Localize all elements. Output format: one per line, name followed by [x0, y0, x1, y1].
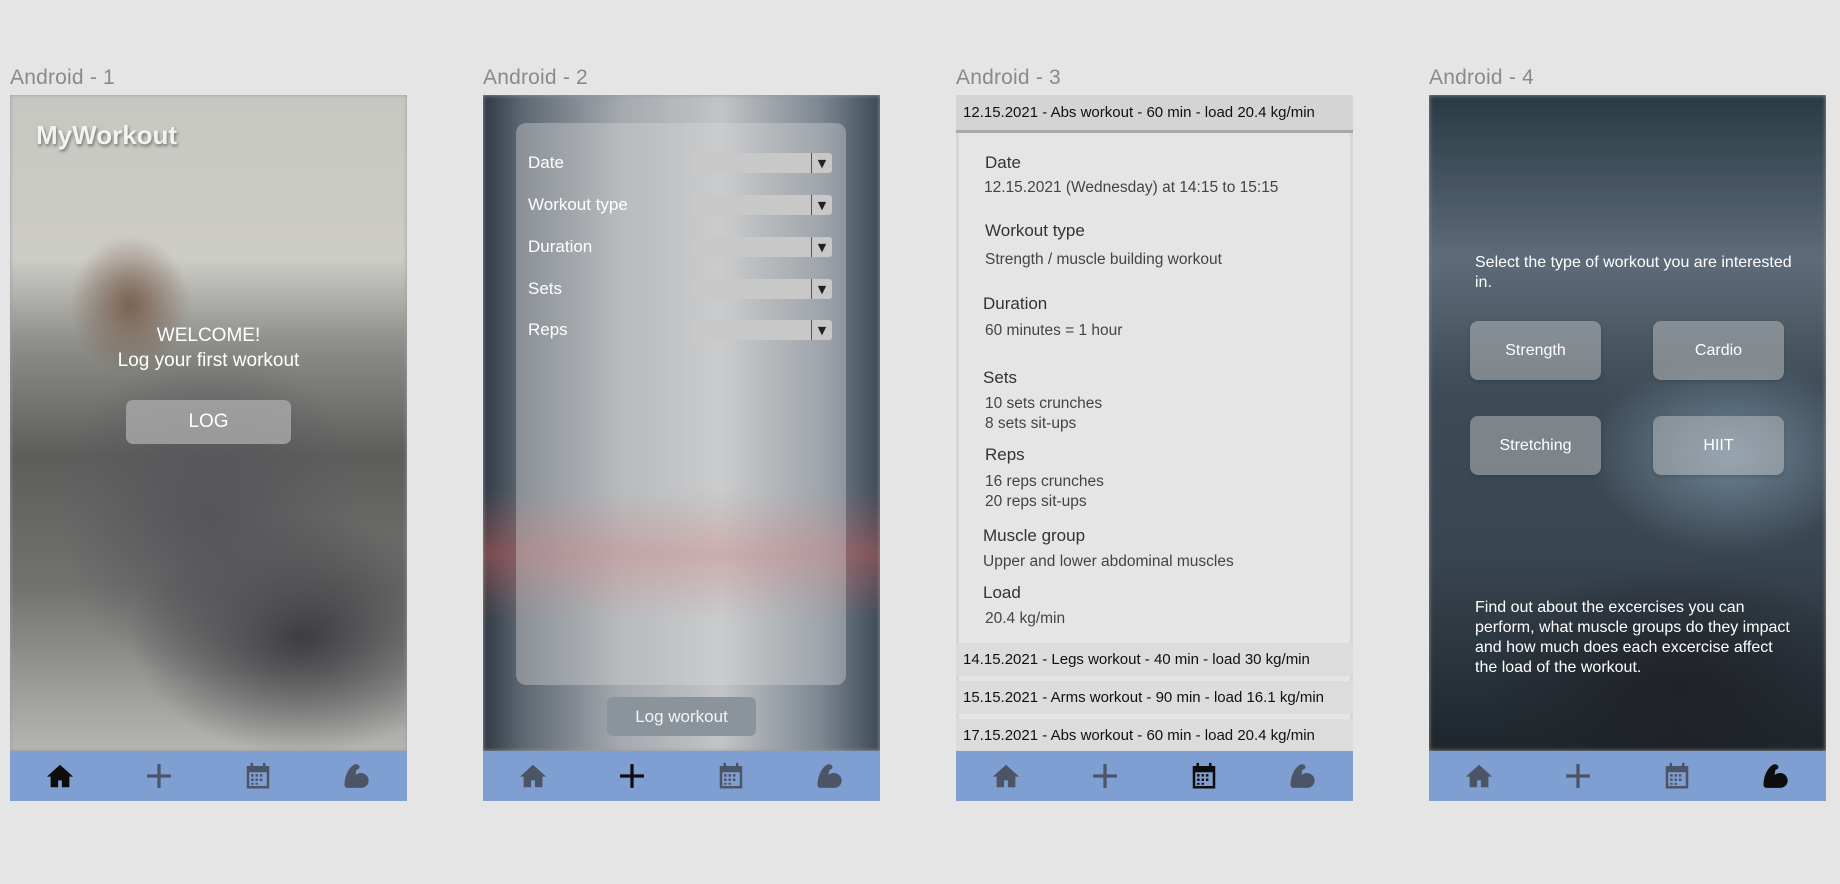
app-title: MyWorkout: [36, 120, 178, 150]
calendar-icon: [719, 762, 743, 789]
frame-label-android-1: Android - 1: [10, 66, 115, 89]
bottom-nav: [483, 751, 880, 801]
bottom-nav: [956, 751, 1353, 801]
workout-type-field-row: Workout type ▼: [528, 192, 832, 218]
detail-reps-line2: 20 reps sit-ups: [985, 493, 1087, 510]
workout-type-field-label: Workout type: [528, 195, 628, 214]
frame-label-android-2: Android - 2: [483, 66, 588, 89]
duration-field-row: Duration ▼: [528, 234, 832, 260]
nav-add[interactable]: [137, 754, 181, 798]
nav-muscle[interactable]: [1754, 754, 1798, 798]
reps-field-row: Reps ▼: [528, 317, 832, 343]
sets-field-label: Sets: [528, 279, 563, 298]
log-form-panel: Date ▼ Workout type ▼ Duration ▼ Sets ▼ …: [516, 123, 846, 685]
flexed-arm-icon: [1763, 764, 1789, 788]
nav-muscle[interactable]: [808, 754, 852, 798]
detail-load-label: Load: [983, 583, 1021, 602]
welcome-message: WELCOME! Log your first workout: [10, 323, 407, 373]
nav-calendar[interactable]: [236, 754, 280, 798]
workout-types-screen: Select the type of workout you are inter…: [1429, 95, 1826, 801]
cardio-button[interactable]: Cardio: [1653, 321, 1784, 380]
bottom-nav: [1429, 751, 1826, 801]
nav-calendar[interactable]: [1655, 754, 1699, 798]
history-entry-expanded[interactable]: 12.15.2021 - Abs workout - 60 min - load…: [956, 95, 1353, 133]
plus-icon: [1566, 764, 1590, 788]
detail-type-value: Strength / muscle building workout: [985, 251, 1222, 268]
date-select[interactable]: ▼: [690, 153, 832, 173]
calendar-icon: [1665, 762, 1689, 789]
duration-select[interactable]: ▼: [690, 237, 832, 257]
stretching-button[interactable]: Stretching: [1470, 416, 1601, 475]
detail-muscle-label: Muscle group: [983, 526, 1086, 545]
detail-date-value: 12.15.2021 (Wednesday) at 14:15 to 15:15: [984, 179, 1279, 196]
log-button[interactable]: LOG: [126, 400, 291, 444]
nav-calendar[interactable]: [709, 754, 753, 798]
detail-sets-label: Sets: [983, 368, 1018, 387]
plus-icon: [1093, 764, 1117, 788]
nav-home[interactable]: [984, 754, 1028, 798]
date-field-label: Date: [528, 153, 564, 172]
welcome-subtitle: Log your first workout: [117, 350, 300, 371]
history-entry[interactable]: 15.15.2021 - Arms workout - 90 min - loa…: [956, 681, 1353, 714]
home-icon: [1465, 764, 1492, 788]
nav-home[interactable]: [511, 754, 555, 798]
hiit-button[interactable]: HIIT: [1653, 416, 1784, 475]
home-screen: MyWorkout WELCOME! Log your first workou…: [10, 95, 407, 801]
history-entry[interactable]: 14.15.2021 - Legs workout - 40 min - loa…: [956, 643, 1353, 676]
workout-type-prompt: Select the type of workout you are inter…: [1475, 254, 1792, 291]
nav-calendar[interactable]: [1182, 754, 1226, 798]
nav-home[interactable]: [1457, 754, 1501, 798]
dropdown-arrow-icon: ▼: [811, 153, 832, 173]
workout-history-screen: 12.15.2021 - Abs workout - 60 min - load…: [956, 95, 1353, 801]
sets-select[interactable]: ▼: [690, 279, 832, 299]
dropdown-arrow-icon: ▼: [811, 279, 832, 299]
strength-button[interactable]: Strength: [1470, 321, 1601, 380]
calendar-icon: [1192, 762, 1216, 789]
home-icon: [992, 764, 1019, 788]
detail-reps-label: Reps: [985, 445, 1025, 464]
detail-sets-line2: 8 sets sit-ups: [985, 415, 1077, 432]
sets-field-row: Sets ▼: [528, 276, 832, 302]
calendar-icon: [246, 762, 270, 789]
plus-icon: [147, 764, 171, 788]
date-field-row: Date ▼: [528, 150, 832, 176]
reps-select[interactable]: ▼: [690, 320, 832, 340]
home-icon: [519, 764, 546, 788]
welcome-heading: WELCOME!: [156, 325, 261, 346]
detail-type-label: Workout type: [985, 221, 1085, 240]
nav-add[interactable]: [1083, 754, 1127, 798]
reps-field-label: Reps: [528, 320, 568, 339]
dropdown-arrow-icon: ▼: [811, 320, 832, 340]
nav-add[interactable]: [610, 754, 654, 798]
flexed-arm-icon: [344, 764, 370, 788]
detail-muscle-value: Upper and lower abdominal muscles: [983, 553, 1234, 570]
nav-home[interactable]: [38, 754, 82, 798]
home-icon: [46, 764, 73, 788]
log-workout-button[interactable]: Log workout: [607, 697, 756, 736]
dropdown-arrow-icon: ▼: [811, 237, 832, 257]
plus-icon: [620, 764, 644, 788]
duration-field-label: Duration: [528, 237, 593, 256]
frame-label-android-4: Android - 4: [1429, 66, 1534, 89]
detail-sets-line1: 10 sets crunches: [985, 395, 1103, 412]
history-entry[interactable]: 17.15.2021 - Abs workout - 60 min - load…: [956, 719, 1353, 751]
detail-load-value: 20.4 kg/min: [985, 610, 1066, 627]
nav-muscle[interactable]: [335, 754, 379, 798]
detail-reps-line1: 16 reps crunches: [985, 473, 1104, 490]
frame-label-android-3: Android - 3: [956, 66, 1061, 89]
exercise-info-text: Find out about the excercises you can pe…: [1475, 599, 1790, 676]
flexed-arm-icon: [817, 764, 843, 788]
nav-add[interactable]: [1556, 754, 1600, 798]
detail-date-label: Date: [985, 153, 1021, 172]
workout-type-select[interactable]: ▼: [690, 195, 832, 215]
flexed-arm-icon: [1290, 764, 1316, 788]
log-workout-screen: Date ▼ Workout type ▼ Duration ▼ Sets ▼ …: [483, 95, 880, 801]
detail-duration-value: 60 minutes = 1 hour: [985, 322, 1123, 339]
bottom-nav: [10, 751, 407, 801]
nav-muscle[interactable]: [1281, 754, 1325, 798]
detail-duration-label: Duration: [983, 294, 1048, 313]
dropdown-arrow-icon: ▼: [811, 195, 832, 215]
